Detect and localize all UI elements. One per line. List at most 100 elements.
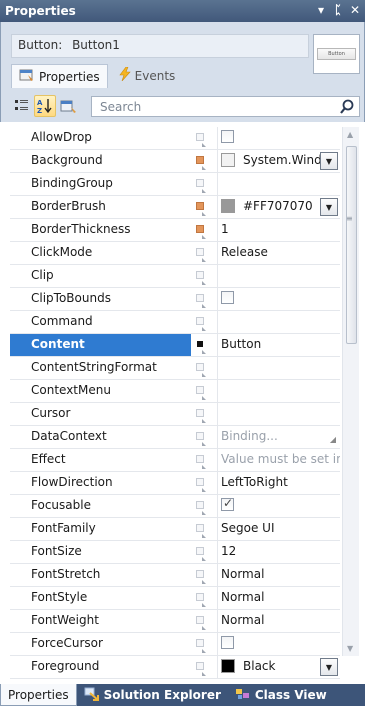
advanced-property-marker-icon[interactable] [196, 386, 206, 400]
close-icon[interactable]: ✕ [349, 3, 361, 17]
property-row[interactable]: ContextMenu [10, 380, 340, 403]
bottom-tab-class-view-label: Class View [254, 688, 327, 702]
property-value[interactable] [217, 403, 340, 425]
advanced-property-marker-icon[interactable] [196, 179, 206, 193]
property-value-text: Binding... [221, 429, 278, 443]
property-value[interactable]: 1 [217, 219, 340, 241]
property-row[interactable]: FontFamily Segoe UI [10, 518, 340, 541]
property-row[interactable]: Effect Value must be set in X [10, 449, 340, 472]
property-value[interactable] [217, 173, 340, 195]
advanced-property-marker-icon[interactable] [196, 570, 206, 584]
property-row[interactable]: Cursor [10, 403, 340, 426]
property-row[interactable]: Content Button [10, 334, 340, 357]
advanced-property-marker-icon[interactable] [196, 547, 206, 561]
property-value[interactable] [217, 495, 340, 517]
property-row[interactable]: FontWeight Normal [10, 610, 340, 633]
property-value[interactable]: Normal [217, 610, 340, 632]
property-checkbox[interactable] [221, 636, 234, 649]
dropdown-arrow-icon[interactable]: ▼ [320, 658, 338, 676]
advanced-property-marker-icon[interactable] [196, 317, 206, 331]
advanced-property-marker-icon[interactable] [196, 432, 206, 446]
advanced-property-marker-icon[interactable] [196, 271, 206, 285]
advanced-property-marker-icon[interactable] [196, 225, 206, 239]
advanced-property-marker-icon[interactable] [196, 593, 206, 607]
property-row[interactable]: ForceCursor [10, 633, 340, 656]
search-icon[interactable] [338, 98, 356, 116]
property-row[interactable]: DataContext Binding... ◢ [10, 426, 340, 449]
categorized-icon[interactable] [11, 95, 33, 117]
tab-events[interactable]: Events [112, 64, 183, 88]
property-pages-icon[interactable] [58, 95, 80, 117]
property-row[interactable]: FontSize 12 [10, 541, 340, 564]
advanced-property-marker-icon[interactable] [196, 478, 206, 492]
vertical-scrollbar[interactable]: ▲ ≡ ▼ [342, 127, 359, 656]
advanced-property-marker-icon[interactable] [196, 363, 206, 377]
property-name: FontStretch [31, 567, 101, 581]
property-value[interactable]: Normal [217, 564, 340, 586]
property-row[interactable]: BorderBrush #FF707070 ▼ [10, 196, 340, 219]
tab-properties[interactable]: Properties [11, 64, 108, 88]
advanced-property-marker-icon[interactable] [196, 133, 206, 147]
bottom-tab-properties[interactable]: Properties [0, 684, 77, 706]
property-value[interactable]: System.Windo ▼ [217, 150, 340, 172]
advanced-property-marker-icon[interactable] [196, 455, 206, 469]
scroll-down-icon[interactable]: ▼ [347, 644, 353, 653]
advanced-property-marker-icon[interactable] [196, 294, 206, 308]
property-row[interactable]: BorderThickness 1 [10, 219, 340, 242]
advanced-property-marker-icon[interactable] [196, 662, 206, 676]
property-value[interactable] [217, 288, 340, 310]
bottom-tab-solution-explorer[interactable]: Solution Explorer [77, 684, 228, 706]
advanced-property-marker-icon[interactable] [196, 202, 206, 216]
scroll-up-icon[interactable]: ▲ [347, 130, 353, 139]
advanced-property-marker-icon[interactable] [196, 616, 206, 630]
property-row[interactable]: ClickMode Release [10, 242, 340, 265]
property-name: ClickMode [31, 245, 93, 259]
property-row[interactable]: Command [10, 311, 340, 334]
property-value[interactable]: Release [217, 242, 340, 264]
advanced-property-marker-icon[interactable] [196, 340, 206, 354]
property-value[interactable] [217, 311, 340, 333]
property-row[interactable]: Focusable [10, 495, 340, 518]
property-value[interactable]: Segoe UI [217, 518, 340, 540]
window-position-dropdown-icon[interactable]: ▾ [315, 3, 327, 17]
property-row[interactable]: FontStretch Normal [10, 564, 340, 587]
property-value[interactable]: 12 [217, 541, 340, 563]
property-value[interactable] [217, 633, 340, 655]
property-row[interactable]: ClipToBounds [10, 288, 340, 311]
property-row[interactable]: Foreground Black ▼ [10, 656, 340, 679]
property-row[interactable]: AllowDrop [10, 127, 340, 150]
property-value[interactable]: Button [217, 334, 340, 356]
property-value[interactable]: LeftToRight [217, 472, 340, 494]
property-value[interactable] [217, 127, 340, 149]
property-row[interactable]: BindingGroup [10, 173, 340, 196]
advanced-property-marker-icon[interactable] [196, 409, 206, 423]
property-value[interactable]: Black ▼ [217, 656, 340, 678]
bottom-tab-class-view[interactable]: Class View [228, 684, 334, 706]
property-row[interactable]: Clip [10, 265, 340, 288]
scroll-thumb[interactable] [346, 146, 357, 344]
property-row[interactable]: FlowDirection LeftToRight [10, 472, 340, 495]
property-row[interactable]: Background System.Windo ▼ [10, 150, 340, 173]
search-input[interactable] [92, 97, 332, 116]
dropdown-arrow-icon[interactable]: ▼ [320, 198, 338, 216]
property-row[interactable]: FontStyle Normal [10, 587, 340, 610]
pin-icon[interactable]: ᛈ [332, 3, 344, 17]
property-row[interactable]: ContentStringFormat [10, 357, 340, 380]
advanced-property-marker-icon[interactable] [196, 248, 206, 262]
property-value[interactable]: #FF707070 ▼ [217, 196, 340, 218]
property-checkbox[interactable] [221, 130, 234, 143]
advanced-property-marker-icon[interactable] [196, 524, 206, 538]
sort-alpha-icon[interactable]: A Z [34, 95, 56, 117]
window-title: Properties [5, 4, 76, 18]
property-value[interactable] [217, 265, 340, 287]
advanced-property-marker-icon[interactable] [196, 501, 206, 515]
property-checkbox[interactable] [221, 291, 234, 304]
advanced-property-marker-icon[interactable] [196, 156, 206, 170]
property-checkbox[interactable] [221, 496, 234, 511]
property-value[interactable] [217, 380, 340, 402]
property-value-text: LeftToRight [221, 475, 288, 489]
property-value[interactable] [217, 357, 340, 379]
property-value[interactable]: Normal [217, 587, 340, 609]
dropdown-arrow-icon[interactable]: ▼ [320, 152, 338, 170]
advanced-property-marker-icon[interactable] [196, 639, 206, 653]
